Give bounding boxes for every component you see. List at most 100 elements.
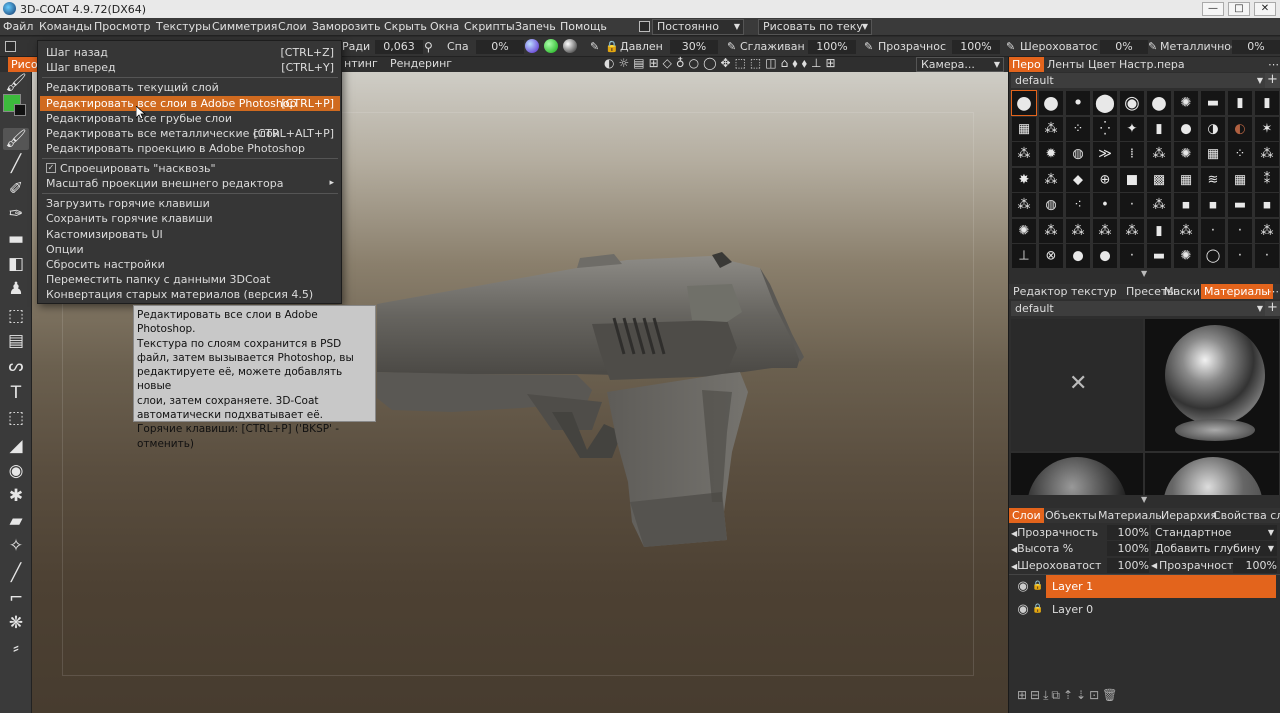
- menu-hide[interactable]: Скрыть: [384, 20, 427, 33]
- tab-strips[interactable]: Ленты: [1044, 57, 1087, 72]
- menu-bake[interactable]: Запечь: [515, 20, 556, 33]
- material-sphere-icon[interactable]: [525, 39, 539, 53]
- layer-lock-icon[interactable]: 🔒: [1032, 604, 1043, 620]
- brush-thumbnail[interactable]: ⁘: [1228, 142, 1252, 166]
- tab-objects[interactable]: Объекты: [1042, 508, 1100, 523]
- menu-commands[interactable]: Команды: [39, 20, 92, 33]
- menu-item-reset-settings[interactable]: Сбросить настройки: [40, 257, 340, 272]
- magic-wand-icon[interactable]: ✧: [3, 535, 29, 557]
- menu-file[interactable]: Файл: [3, 20, 33, 33]
- transform-tool-icon[interactable]: ⬚: [3, 305, 29, 327]
- stroke-tool-icon[interactable]: ✑: [3, 203, 29, 225]
- menu-symmetry[interactable]: Симметрия: [212, 20, 277, 33]
- smooth-field[interactable]: 100%: [808, 40, 856, 54]
- brush-thumbnail[interactable]: ●: [1066, 244, 1090, 268]
- add-material-button[interactable]: +: [1265, 301, 1280, 316]
- menu-item-project-through[interactable]: ✓ Спроецировать "насквозь": [40, 161, 340, 176]
- brush-thumbnail[interactable]: ⁂: [1120, 218, 1144, 243]
- eye-tool-icon[interactable]: ◉: [3, 460, 29, 482]
- brush-thumbnail[interactable]: ▩: [1147, 167, 1171, 192]
- brush-thumbnail[interactable]: ✶: [1255, 116, 1279, 141]
- menu-item-edit-all-photoshop[interactable]: Редактировать все слои в Adobe Photoshop…: [40, 96, 340, 111]
- menu-item-customize-ui[interactable]: Кастомизировать UI: [40, 227, 340, 242]
- brush-thumbnail[interactable]: ·: [1228, 244, 1252, 268]
- metal-field[interactable]: 0%: [1232, 40, 1280, 54]
- menu-help[interactable]: Помощь: [560, 20, 607, 33]
- brush-thumbnail[interactable]: ▪: [1201, 193, 1225, 217]
- scroll-down-icon[interactable]: ▼: [1141, 495, 1147, 504]
- layer-opacity2-field[interactable]: 100%: [1233, 558, 1277, 573]
- brush-thumbnail[interactable]: ⊕: [1093, 167, 1117, 192]
- paint-tool-icon[interactable]: 🖌: [3, 128, 29, 150]
- brush-thumbnail[interactable]: ◉: [1120, 91, 1144, 115]
- brush-thumbnail[interactable]: ✺: [1012, 218, 1036, 243]
- brush-thumbnail[interactable]: ⁘: [1066, 116, 1090, 141]
- brush-thumbnail[interactable]: ◍: [1039, 193, 1063, 217]
- material-thumbnail[interactable]: [1011, 453, 1143, 495]
- brush-thumbnail[interactable]: ◯: [1201, 244, 1225, 268]
- brush-thumbnail[interactable]: ✺: [1174, 244, 1198, 268]
- visibility-eye-icon[interactable]: ◉: [1015, 579, 1031, 595]
- layer-height-field[interactable]: 100%: [1107, 541, 1149, 556]
- iron-tool-icon[interactable]: ⌐: [3, 587, 29, 609]
- layer-item-0[interactable]: Layer 0: [1046, 598, 1276, 621]
- depth-mode-dropdown[interactable]: Добавить глубину ▼: [1151, 541, 1277, 556]
- brush-thumbnail[interactable]: ▦: [1174, 167, 1198, 192]
- minimize-button[interactable]: —: [1202, 2, 1224, 16]
- brush-thumbnail[interactable]: ▦: [1201, 142, 1225, 166]
- brush-thumbnail[interactable]: ·: [1201, 218, 1225, 243]
- menu-item-load-hotkeys[interactable]: Загрузить горячие клавиши: [40, 196, 340, 211]
- gloss-sphere-icon[interactable]: [563, 39, 577, 53]
- tab-materials[interactable]: Материалы: [1201, 284, 1273, 299]
- menu-item-projection-scale[interactable]: Масштаб проекции внешнего редактора ▸: [40, 176, 340, 191]
- brush-thumbnail[interactable]: ⁂: [1039, 116, 1063, 141]
- brush-thumbnail[interactable]: ●: [1039, 91, 1063, 115]
- line-tool-icon[interactable]: ╱: [3, 153, 29, 175]
- menu-freeze[interactable]: Заморозить: [312, 20, 380, 33]
- brush-thumbnail[interactable]: ▬: [1147, 244, 1171, 268]
- layer-lock-icon[interactable]: 🔒: [1032, 581, 1043, 597]
- tab-painting[interactable]: нтинг: [344, 57, 378, 70]
- brush-thumbnail[interactable]: ⬤: [1093, 91, 1117, 115]
- roughness-field[interactable]: 0%: [1100, 40, 1148, 54]
- ruler-tool-icon[interactable]: ▰: [3, 510, 29, 532]
- material-preset-dropdown[interactable]: default ▼: [1011, 301, 1267, 316]
- brush-thumbnail[interactable]: ⁂: [1066, 218, 1090, 243]
- tape-measure-icon[interactable]: ⸗: [3, 637, 29, 659]
- brush-thumbnail[interactable]: ✦: [1120, 116, 1144, 141]
- curves-tool-icon[interactable]: ᔕ: [3, 355, 29, 377]
- brush-thumbnail[interactable]: ✺: [1174, 91, 1198, 115]
- brush-thumbnail[interactable]: ≫: [1093, 142, 1117, 166]
- radius-field[interactable]: 0,063: [375, 40, 423, 54]
- pressure-field[interactable]: 30%: [670, 40, 718, 54]
- add-preset-button[interactable]: +: [1265, 73, 1280, 88]
- secondary-color-swatch[interactable]: [14, 104, 26, 116]
- brush-thumbnail[interactable]: ◆: [1066, 167, 1090, 192]
- menu-item-edit-current-layer[interactable]: Редактировать текущий слой: [40, 80, 340, 95]
- gear-tool-icon[interactable]: ✱: [3, 485, 29, 507]
- view-tools-icons[interactable]: ◐☼▤⊞◇♁○◯✥⬚⬚◫⌂⬧⬧⊥⊞: [604, 56, 840, 71]
- brush-thumbnail[interactable]: ·: [1120, 244, 1144, 268]
- tab-pen-settings[interactable]: Настр.пера: [1116, 57, 1188, 72]
- close-button[interactable]: ✕: [1254, 2, 1276, 16]
- menu-item-edit-metal-layers[interactable]: Редактировать все металлические слои [CTR…: [40, 126, 340, 141]
- panel-menu-icon[interactable]: ⋯: [1265, 284, 1280, 299]
- menu-item-edit-projection[interactable]: Редактировать проекцию в Adobe Photoshop: [40, 141, 340, 156]
- tab-pen[interactable]: Перо: [1009, 57, 1044, 72]
- brush-thumbnail[interactable]: ●: [1147, 91, 1171, 115]
- brush-thumbnail[interactable]: ⁛: [1093, 116, 1117, 141]
- brush-thumbnail[interactable]: ⁂: [1012, 193, 1036, 217]
- brush-thumbnail[interactable]: ·: [1255, 244, 1279, 268]
- brush-thumbnail[interactable]: ▮: [1147, 116, 1171, 141]
- brush-thumbnail[interactable]: ▮: [1255, 91, 1279, 115]
- brush-thumbnail[interactable]: ●: [1174, 116, 1198, 141]
- smudge-tool-icon[interactable]: ▬: [3, 228, 29, 250]
- eraser-tool-icon[interactable]: ◢: [3, 435, 29, 457]
- brush-thumbnail[interactable]: ▪: [1255, 193, 1279, 217]
- brush-thumbnail[interactable]: ⁑: [1255, 167, 1279, 192]
- brush-thumbnail[interactable]: ⁖: [1066, 193, 1090, 217]
- brush-thumbnail[interactable]: ●: [1093, 244, 1117, 268]
- tab-masks[interactable]: Маски: [1161, 284, 1203, 299]
- brush-thumbnail[interactable]: ▬: [1201, 91, 1225, 115]
- tab-layer-properties[interactable]: Свойства сл: [1210, 508, 1280, 523]
